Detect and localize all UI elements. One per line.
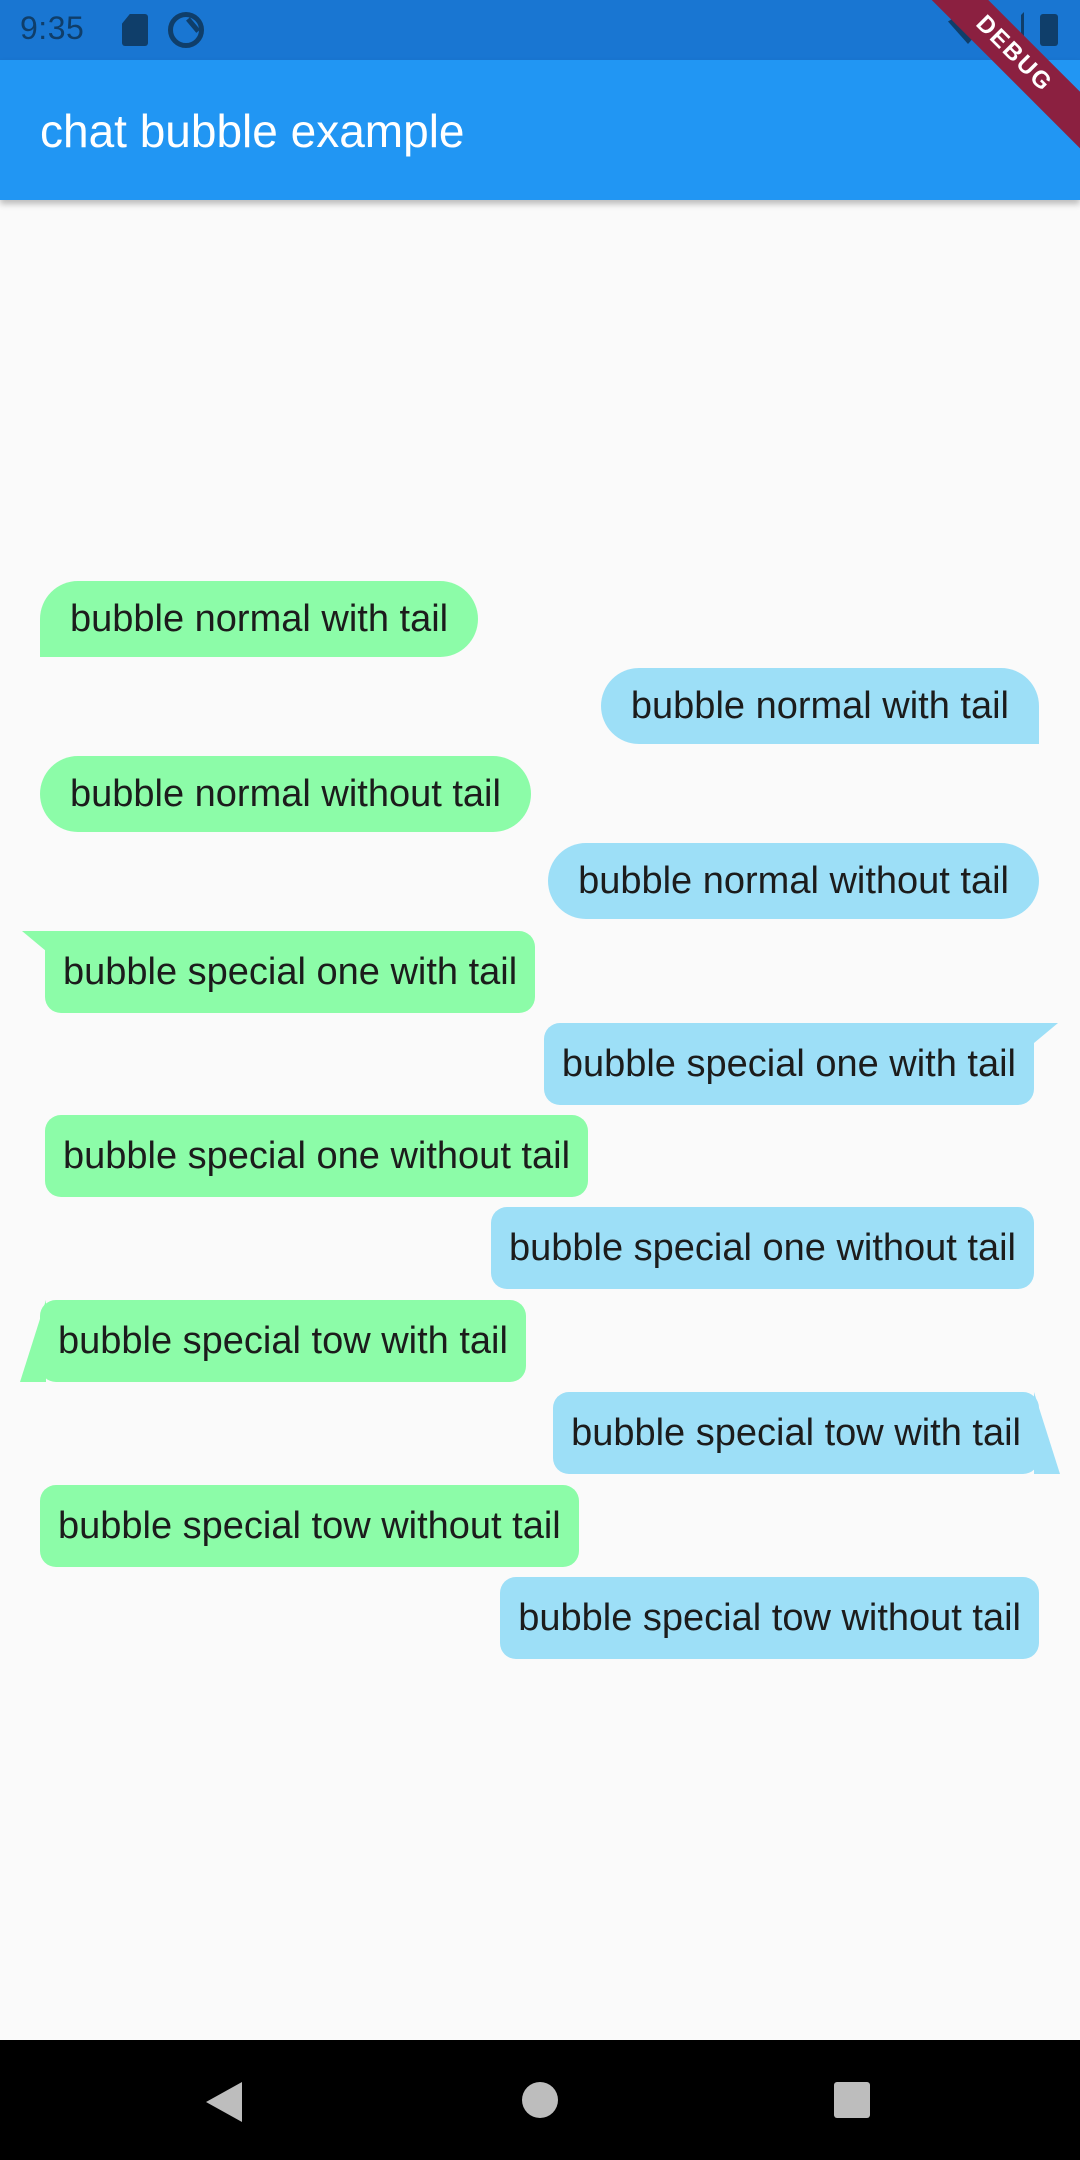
home-icon[interactable] bbox=[522, 2082, 558, 2118]
bubble-text: bubble special one with tail bbox=[63, 951, 518, 993]
page-title: chat bubble example bbox=[40, 105, 465, 157]
bubble-text: bubble normal with tail bbox=[70, 598, 449, 640]
sync-icon bbox=[168, 12, 204, 48]
navigation-bar bbox=[0, 2040, 1080, 2160]
status-time: 9:35 bbox=[20, 10, 85, 46]
recents-icon[interactable] bbox=[834, 2082, 870, 2118]
chat-bubble-special-one-tail-right: bubble special one with tail bbox=[543, 1023, 1034, 1105]
bubble-text: bubble special tow without tail bbox=[58, 1505, 561, 1547]
chat-bubble-special-tow-tail-left: bubble special tow with tail bbox=[40, 1300, 526, 1382]
bubble-tail-right bbox=[1034, 1023, 1058, 1043]
chat-bubble-normal-right: bubble normal without tail bbox=[548, 843, 1039, 919]
app-bar: chat bubble example bbox=[0, 60, 1080, 200]
bubble-text: bubble normal without tail bbox=[70, 773, 501, 815]
bubble-text: bubble normal without tail bbox=[578, 860, 1009, 902]
sd-card-icon bbox=[122, 14, 148, 46]
back-icon[interactable] bbox=[206, 2082, 242, 2122]
chat-bubble-special-tow-left: bubble special tow without tail bbox=[40, 1485, 579, 1567]
bubble-text: bubble special one without tail bbox=[508, 1227, 1016, 1269]
bubble-text: bubble special one without tail bbox=[63, 1135, 571, 1177]
chat-bubble-normal-tail-right: bubble normal with tail bbox=[600, 668, 1039, 744]
chat-bubble-normal-left: bubble normal without tail bbox=[40, 756, 531, 832]
chat-bubble-normal-tail-left: bubble normal with tail bbox=[40, 581, 479, 657]
chat-bubble-special-one-left: bubble special one without tail bbox=[45, 1115, 589, 1197]
bubble-text: bubble special tow with tail bbox=[571, 1412, 1021, 1454]
bubble-text: bubble special tow with tail bbox=[58, 1320, 508, 1362]
bubble-text: bubble special one with tail bbox=[561, 1043, 1016, 1085]
chat-bubble-special-tow-tail-right: bubble special tow with tail bbox=[553, 1392, 1039, 1474]
status-bar: 9:35 bbox=[0, 0, 1080, 60]
bubble-text: bubble special tow without tail bbox=[518, 1597, 1021, 1639]
battery-icon bbox=[1040, 14, 1058, 46]
chat-bubble-special-tow-right: bubble special tow without tail bbox=[500, 1577, 1039, 1659]
bubble-text: bubble normal with tail bbox=[630, 685, 1009, 727]
chat-bubble-special-one-right: bubble special one without tail bbox=[490, 1207, 1034, 1289]
chat-bubble-special-one-tail-left: bubble special one with tail bbox=[45, 931, 536, 1013]
bubble-tail-left bbox=[22, 931, 46, 951]
